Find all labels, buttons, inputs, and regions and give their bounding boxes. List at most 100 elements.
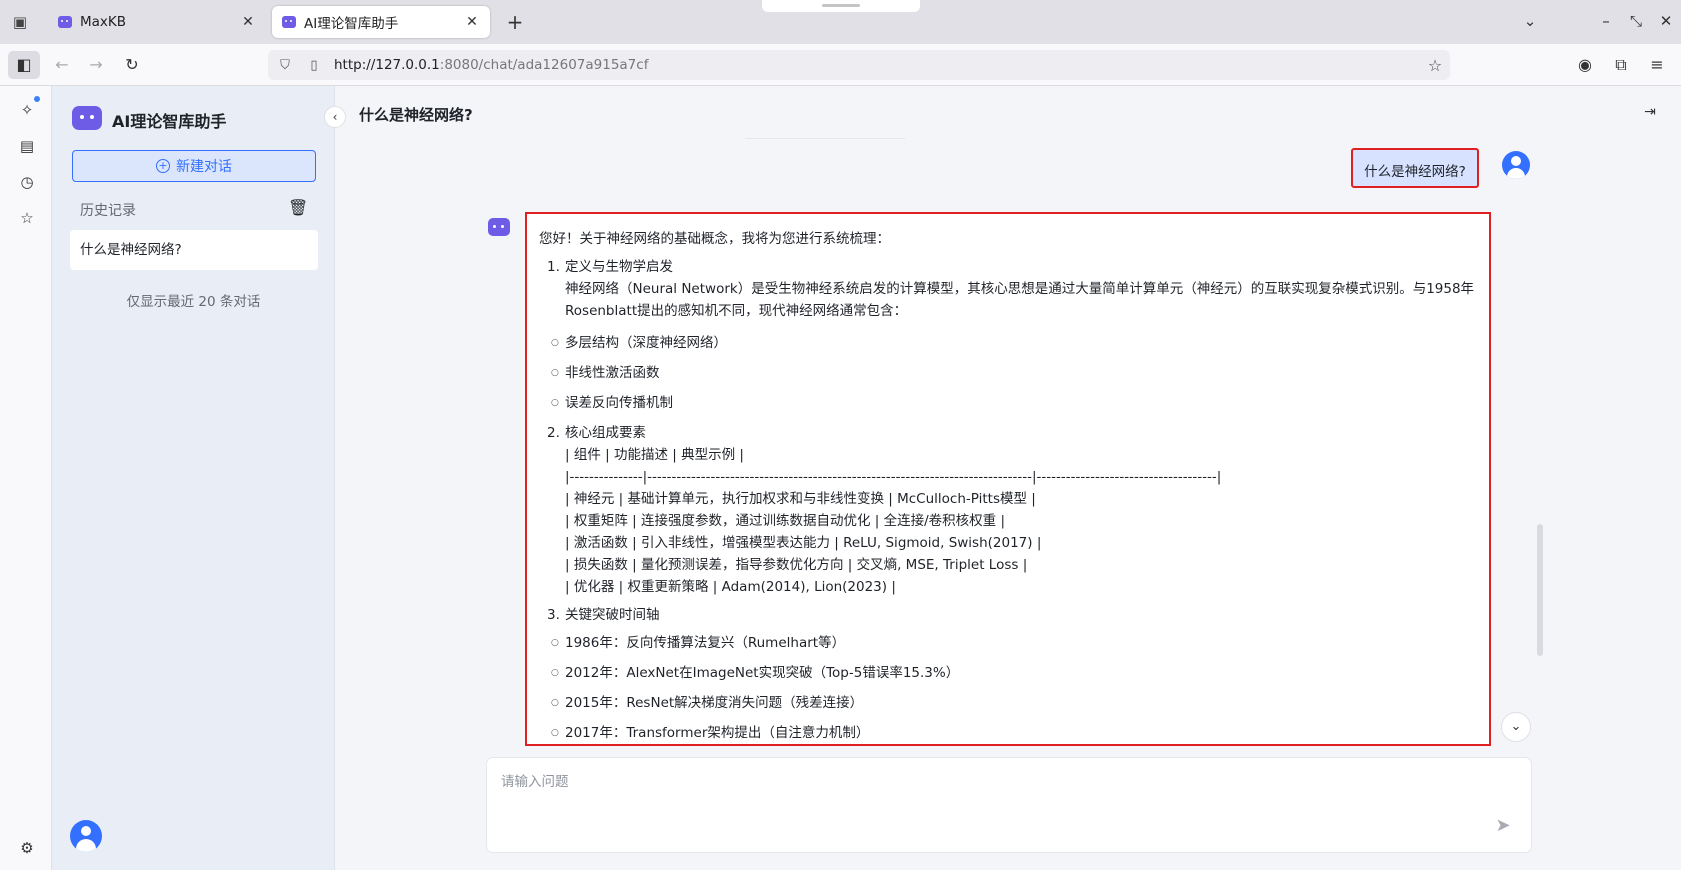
trash-icon[interactable]: 🗑 [288,198,308,217]
shield-icon[interactable]: ⛉ [268,58,302,73]
list-item: ○ 误差反向传播机制 [539,388,1477,418]
history-clock-icon[interactable]: ◷ [17,172,37,192]
address-bar[interactable]: ⛉ ▯ http://127.0.0.1:8080/chat/ada12607a… [268,50,1450,80]
bullet-circle-icon: ○ [551,638,559,648]
url-host: http://127.0.0.1 [334,57,440,73]
send-icon[interactable]: ➤ [1491,814,1515,838]
table-line: | 激活函数 | 引入非线性，增强模型表达能力 | ReLU, Sigmoid,… [565,535,1042,551]
app-title: AI理论智库助手 [112,112,227,131]
new-chat-button[interactable]: + 新建对话 [72,150,316,182]
bullet-list: ○ 多层结构（深度神经网络） ○ 非线性激活函数 ○ 误差反向传播机制 [539,328,1477,418]
answer-section: 1. 定义与生物学启发 神经网络（Neural Network）是受生物神经系统… [539,256,1477,322]
list-item: ○ 1986年：反向传播算法复兴（Rumelhart等） [539,628,1477,658]
section-title: 定义与生物学启发 [565,259,673,275]
assistant-favicon-icon [282,16,296,28]
account-icon[interactable]: ◉ [1573,53,1597,77]
chat-title: 什么是神经网络? [359,106,473,124]
section-title: 关键突破时间轴 [565,607,660,623]
list-item: ○ 2017年：Transformer架构提出（自注意力机制） [539,718,1477,744]
list-item-text: 1986年：反向传播算法复兴（Rumelhart等） [565,635,846,651]
bot-answer-bubble: 您好！关于神经网络的基础概念，我将为您进行系统梳理： 1. 定义与生物学启发 神… [525,212,1491,746]
notification-dot [34,96,40,102]
list-item-text: 误差反向传播机制 [565,395,673,411]
bullet-circle-icon: ○ [551,368,559,378]
section-number: 1. [547,259,560,275]
synced-tabs-icon[interactable]: ▤ [17,136,37,156]
app-sidebar: AI理论智库助手 + 新建对话 历史记录 🗑 什么是神经网络? 仅显示最近 20… [52,86,335,870]
table-line: |---------------|-----------------------… [565,469,1222,485]
answer-section: 3. 关键突破时间轴 [539,604,1477,626]
list-item-text: 2017年：Transformer架构提出（自注意力机制） [565,725,870,741]
ai-sparkle-icon[interactable]: ✧ [17,100,37,120]
url-path: :8080/chat/ada12607a915a7cf [439,57,649,73]
robot-logo-icon [72,106,102,130]
bullet-circle-icon: ○ [551,698,559,708]
answer-intro: 您好！关于神经网络的基础概念，我将为您进行系统梳理： [539,231,890,247]
forward-arrow-icon[interactable]: → [84,53,108,77]
table-line: | 组件 | 功能描述 | 典型示例 | [565,447,744,463]
bullet-circle-icon: ○ [551,338,559,348]
bookmarks-star-icon[interactable]: ☆ [17,208,37,228]
tab-title: MaxKB [80,14,127,30]
table-line: | 优化器 | 权重更新策略 | Adam(2014), Lion(2023) … [565,579,896,595]
url-text[interactable]: http://127.0.0.1:8080/chat/ada12607a915a… [326,57,1420,73]
chat-scrollbar[interactable] [1537,524,1543,656]
browser-tab-strip: ▣ MaxKB ✕ AI理论智库助手 ✕ + ⌄ – ⤡ ✕ [0,0,1681,44]
bookmark-star-icon[interactable]: ☆ [1420,56,1450,75]
tab-maxkb[interactable]: MaxKB ✕ [48,6,266,38]
user-question-bubble: 什么是神经网络? [1351,148,1479,188]
bullet-circle-icon: ○ [551,668,559,678]
menu-icon[interactable]: ≡ [1645,53,1669,77]
sidebar-toggle-icon[interactable]: ◧ [8,51,40,79]
close-tab-icon[interactable]: ✕ [464,14,480,30]
list-item-text: 多层结构（深度神经网络） [565,335,727,351]
list-item-text: 2015年：ResNet解决梯度消失问题（残差连接） [565,695,864,711]
settings-gear-icon[interactable]: ⚙ [17,838,37,858]
restore-icon[interactable]: ⤡ [1626,12,1646,30]
collapse-sidebar-icon[interactable]: ‹ [324,106,346,128]
bullet-circle-icon: ○ [551,728,559,738]
question-input[interactable] [501,770,1481,830]
table-line: | 损失函数 | 量化预测误差，指导参数优化方向 | 交叉熵, MSE, Tri… [565,557,1028,573]
logout-icon[interactable]: ⇥ [1641,104,1659,120]
chat-panel: 什么是神经网络? ⇥ 什么是神经网络? 您好！关于神经网络的基础概念，我将为您进… [335,86,1681,870]
bot-avatar-icon [488,218,510,236]
window-drag-handle[interactable] [762,0,920,12]
tab-title: AI理论智库助手 [304,16,399,32]
browser-sidebar: ✧ ▤ ◷ ☆ ⚙ [0,86,52,870]
table-line: | 神经元 | 基础计算单元，执行加权求和与非线性变换 | McCulloch-… [565,491,1036,507]
history-heading: 历史记录 [80,203,136,219]
new-chat-label: 新建对话 [176,159,232,175]
list-item: ○ 多层结构（深度神经网络） [539,328,1477,358]
list-item-text: 非线性激活函数 [565,365,660,381]
history-limit-note: 仅显示最近 20 条对话 [126,294,261,310]
add-chat-icon: + [156,159,170,173]
table-line: | 权重矩阵 | 连接强度参数，通过训练数据自动优化 | 全连接/卷积核权重 | [565,513,1005,529]
user-avatar [1502,151,1530,179]
tab-list-chevron-icon[interactable]: ⌄ [1520,12,1540,30]
extensions-icon[interactable]: ⧉ [1609,53,1633,77]
back-arrow-icon[interactable]: ← [50,53,74,77]
new-tab-icon[interactable]: + [504,10,526,34]
list-item: ○ 2015年：ResNet解决梯度消失问题（残差连接） [539,688,1477,718]
close-window-icon[interactable]: ✕ [1656,12,1676,30]
tab-overview-icon[interactable]: ▣ [10,12,30,32]
minimize-icon[interactable]: – [1596,12,1616,30]
scroll-to-bottom-icon[interactable]: ⌄ [1501,712,1531,742]
bullet-list: ○ 1986年：反向传播算法复兴（Rumelhart等） ○ 2012年：AlexN… [539,628,1477,744]
user-avatar[interactable] [70,820,102,852]
page-info-icon[interactable]: ▯ [302,58,326,73]
chat-input-box: ➤ [487,758,1531,852]
section-description: 神经网络（Neural Network）是受生物神经系统启发的计算模型，其核心思… [565,281,1475,319]
section-number: 3. [547,607,560,623]
close-tab-icon[interactable]: ✕ [240,14,256,30]
bullet-circle-icon: ○ [551,398,559,408]
list-item-text: 2012年：AlexNet在ImageNet实现突破（Top-5错误率15.3%… [565,665,960,681]
section-number: 2. [547,425,560,441]
maxkb-favicon-icon [58,16,72,28]
list-item: ○ 非线性激活函数 [539,358,1477,388]
reload-icon[interactable]: ↻ [120,53,144,77]
list-item: ○ 2012年：AlexNet在ImageNet实现突破（Top-5错误率15.3… [539,658,1477,688]
tab-ai-assistant[interactable]: AI理论智库助手 ✕ [272,6,490,38]
history-item[interactable]: 什么是神经网络? [70,230,318,270]
